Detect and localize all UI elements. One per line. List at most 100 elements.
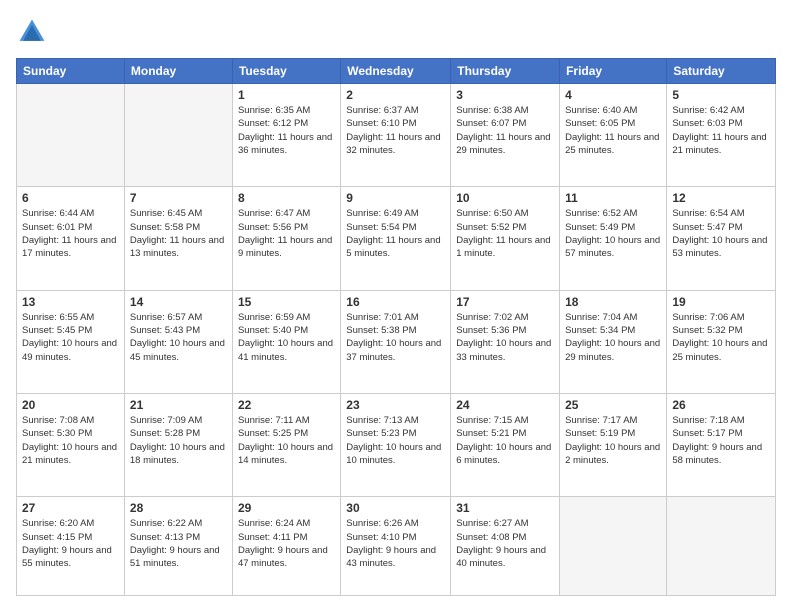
calendar-cell: 20Sunrise: 7:08 AMSunset: 5:30 PMDayligh… (17, 394, 125, 497)
day-info: Sunrise: 6:50 AMSunset: 5:52 PMDaylight:… (456, 207, 554, 260)
calendar-cell: 21Sunrise: 7:09 AMSunset: 5:28 PMDayligh… (124, 394, 232, 497)
calendar-cell: 27Sunrise: 6:20 AMSunset: 4:15 PMDayligh… (17, 497, 125, 596)
day-number: 13 (22, 295, 119, 309)
day-number: 2 (346, 88, 445, 102)
day-info: Sunrise: 6:59 AMSunset: 5:40 PMDaylight:… (238, 311, 335, 364)
calendar-cell: 19 Sunrise: 7:06 AMSunset: 5:32 PMDayligh… (667, 290, 776, 393)
day-number: 27 (22, 501, 119, 515)
day-info: Sunrise: 6:44 AMSunset: 6:01 PMDaylight:… (22, 207, 119, 260)
weekday-header-row: SundayMondayTuesdayWednesdayThursdayFrid… (17, 59, 776, 84)
calendar-cell: 25 Sunrise: 7:17 AMSunset: 5:19 PMDayligh… (560, 394, 667, 497)
calendar-table: SundayMondayTuesdayWednesdayThursdayFrid… (16, 58, 776, 596)
day-number: 24 (456, 398, 554, 412)
week-row-1: 6 Sunrise: 6:44 AMSunset: 6:01 PMDaylight… (17, 187, 776, 290)
day-info: Sunrise: 7:01 AMSunset: 5:38 PMDaylight:… (346, 311, 445, 364)
calendar-cell: 26Sunrise: 7:18 AMSunset: 5:17 PMDayligh… (667, 394, 776, 497)
day-info: Sunrise: 6:37 AMSunset: 6:10 PMDaylight:… (346, 104, 445, 157)
day-info: Sunrise: 7:09 AMSunset: 5:28 PMDaylight:… (130, 414, 227, 467)
calendar-cell: 12 Sunrise: 6:54 AMSunset: 5:47 PMDayligh… (667, 187, 776, 290)
day-info: Sunrise: 6:52 AMSunset: 5:49 PMDaylight:… (565, 207, 661, 260)
day-number: 18 (565, 295, 661, 309)
logo-icon (16, 16, 48, 48)
day-info: Sunrise: 7:18 AMSunset: 5:17 PMDaylight:… (672, 414, 770, 467)
day-info: Sunrise: 7:15 AMSunset: 5:21 PMDaylight:… (456, 414, 554, 467)
day-info: Sunrise: 7:17 AMSunset: 5:19 PMDaylight:… (565, 414, 661, 467)
day-info: Sunrise: 6:38 AMSunset: 6:07 PMDaylight:… (456, 104, 554, 157)
day-number: 7 (130, 191, 227, 205)
calendar-cell: 24 Sunrise: 7:15 AMSunset: 5:21 PMDayligh… (451, 394, 560, 497)
calendar-cell: 28 Sunrise: 6:22 AMSunset: 4:13 PMDayligh… (124, 497, 232, 596)
calendar-cell: 8Sunrise: 6:47 AMSunset: 5:56 PMDaylight… (232, 187, 340, 290)
logo (16, 16, 52, 48)
day-info: Sunrise: 6:57 AMSunset: 5:43 PMDaylight:… (130, 311, 227, 364)
day-number: 3 (456, 88, 554, 102)
header (16, 16, 776, 48)
day-number: 25 (565, 398, 661, 412)
day-number: 23 (346, 398, 445, 412)
day-number: 6 (22, 191, 119, 205)
day-info: Sunrise: 6:49 AMSunset: 5:54 PMDaylight:… (346, 207, 445, 260)
calendar-cell (17, 84, 125, 187)
day-info: Sunrise: 6:54 AMSunset: 5:47 PMDaylight:… (672, 207, 770, 260)
calendar-cell: 2 Sunrise: 6:37 AMSunset: 6:10 PMDaylight… (341, 84, 451, 187)
day-info: Sunrise: 6:55 AMSunset: 5:45 PMDaylight:… (22, 311, 119, 364)
day-number: 31 (456, 501, 554, 515)
day-number: 12 (672, 191, 770, 205)
day-number: 30 (346, 501, 445, 515)
calendar-cell: 9Sunrise: 6:49 AMSunset: 5:54 PMDaylight… (341, 187, 451, 290)
week-row-4: 27Sunrise: 6:20 AMSunset: 4:15 PMDayligh… (17, 497, 776, 596)
calendar-cell: 10 Sunrise: 6:50 AMSunset: 5:52 PMDayligh… (451, 187, 560, 290)
day-info: Sunrise: 6:22 AMSunset: 4:13 PMDaylight:… (130, 517, 227, 570)
calendar-cell (124, 84, 232, 187)
calendar-cell: 18Sunrise: 7:04 AMSunset: 5:34 PMDayligh… (560, 290, 667, 393)
calendar-body: 1 Sunrise: 6:35 AMSunset: 6:12 PMDaylight… (17, 84, 776, 596)
day-info: Sunrise: 7:02 AMSunset: 5:36 PMDaylight:… (456, 311, 554, 364)
page: SundayMondayTuesdayWednesdayThursdayFrid… (0, 0, 792, 612)
weekday-header-sunday: Sunday (17, 59, 125, 84)
day-number: 11 (565, 191, 661, 205)
day-info: Sunrise: 6:27 AMSunset: 4:08 PMDaylight:… (456, 517, 554, 570)
weekday-header-saturday: Saturday (667, 59, 776, 84)
day-info: Sunrise: 6:47 AMSunset: 5:56 PMDaylight:… (238, 207, 335, 260)
calendar-cell (560, 497, 667, 596)
weekday-header-monday: Monday (124, 59, 232, 84)
day-info: Sunrise: 6:42 AMSunset: 6:03 PMDaylight:… (672, 104, 770, 157)
calendar-cell: 13 Sunrise: 6:55 AMSunset: 5:45 PMDayligh… (17, 290, 125, 393)
week-row-0: 1 Sunrise: 6:35 AMSunset: 6:12 PMDaylight… (17, 84, 776, 187)
day-info: Sunrise: 6:45 AMSunset: 5:58 PMDaylight:… (130, 207, 227, 260)
day-number: 5 (672, 88, 770, 102)
day-number: 19 (672, 295, 770, 309)
calendar-cell: 29 Sunrise: 6:24 AMSunset: 4:11 PMDayligh… (232, 497, 340, 596)
calendar-cell: 14Sunrise: 6:57 AMSunset: 5:43 PMDayligh… (124, 290, 232, 393)
calendar-cell (667, 497, 776, 596)
weekday-header-thursday: Thursday (451, 59, 560, 84)
calendar-cell: 6 Sunrise: 6:44 AMSunset: 6:01 PMDaylight… (17, 187, 125, 290)
day-number: 28 (130, 501, 227, 515)
day-number: 1 (238, 88, 335, 102)
weekday-header-friday: Friday (560, 59, 667, 84)
calendar-cell: 22 Sunrise: 7:11 AMSunset: 5:25 PMDayligh… (232, 394, 340, 497)
calendar-cell: 15 Sunrise: 6:59 AMSunset: 5:40 PMDayligh… (232, 290, 340, 393)
day-info: Sunrise: 7:06 AMSunset: 5:32 PMDaylight:… (672, 311, 770, 364)
day-number: 22 (238, 398, 335, 412)
calendar-cell: 23Sunrise: 7:13 AMSunset: 5:23 PMDayligh… (341, 394, 451, 497)
day-info: Sunrise: 6:35 AMSunset: 6:12 PMDaylight:… (238, 104, 335, 157)
calendar-cell: 16 Sunrise: 7:01 AMSunset: 5:38 PMDayligh… (341, 290, 451, 393)
day-number: 10 (456, 191, 554, 205)
calendar-cell: 30 Sunrise: 6:26 AMSunset: 4:10 PMDayligh… (341, 497, 451, 596)
day-number: 29 (238, 501, 335, 515)
day-number: 4 (565, 88, 661, 102)
day-number: 15 (238, 295, 335, 309)
calendar-cell: 31 Sunrise: 6:27 AMSunset: 4:08 PMDayligh… (451, 497, 560, 596)
calendar-cell: 11 Sunrise: 6:52 AMSunset: 5:49 PMDayligh… (560, 187, 667, 290)
day-info: Sunrise: 6:26 AMSunset: 4:10 PMDaylight:… (346, 517, 445, 570)
day-info: Sunrise: 6:24 AMSunset: 4:11 PMDaylight:… (238, 517, 335, 570)
day-info: Sunrise: 6:40 AMSunset: 6:05 PMDaylight:… (565, 104, 661, 157)
day-number: 20 (22, 398, 119, 412)
day-number: 17 (456, 295, 554, 309)
calendar-cell: 3 Sunrise: 6:38 AMSunset: 6:07 PMDaylight… (451, 84, 560, 187)
calendar-cell: 4 Sunrise: 6:40 AMSunset: 6:05 PMDaylight… (560, 84, 667, 187)
day-number: 16 (346, 295, 445, 309)
calendar-cell: 1 Sunrise: 6:35 AMSunset: 6:12 PMDaylight… (232, 84, 340, 187)
day-info: Sunrise: 7:11 AMSunset: 5:25 PMDaylight:… (238, 414, 335, 467)
